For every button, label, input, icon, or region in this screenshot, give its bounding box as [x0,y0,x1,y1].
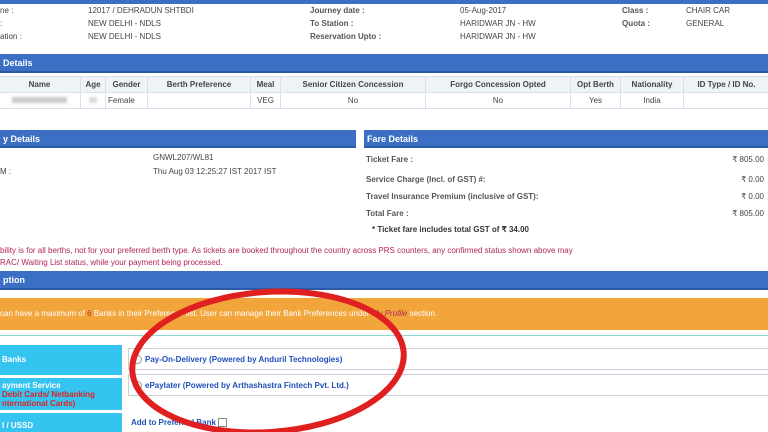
red-circle-annotation [129,288,407,432]
